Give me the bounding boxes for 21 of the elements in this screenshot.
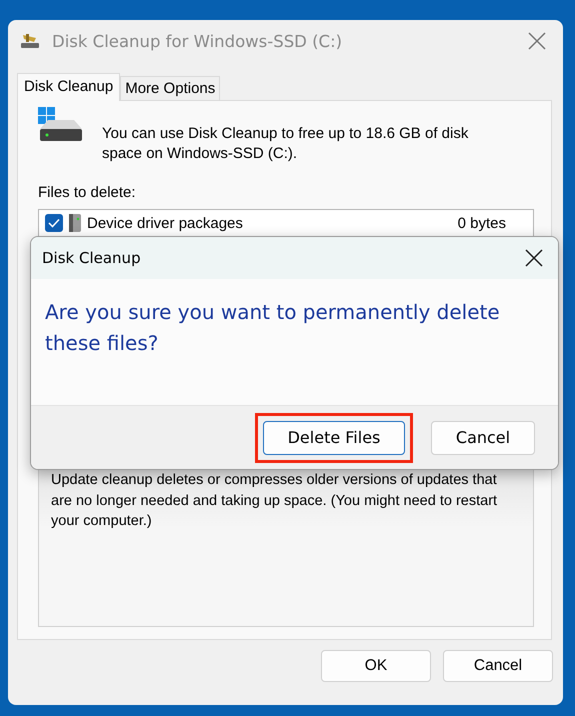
intro-text: You can use Disk Cleanup to free up to 18.6 GB of disk space on Windows-SSD (C:). — [102, 124, 470, 164]
ok-button[interactable]: OK — [321, 650, 431, 682]
file-size: 0 bytes — [458, 214, 506, 232]
tab[interactable]: Disk Cleanup — [17, 73, 120, 101]
cancel-button[interactable]: Cancel — [443, 650, 553, 682]
drive-icon — [38, 107, 82, 143]
description-text: Update cleanup deletes or compresses older versions of updates that are no longer needed and taking up space. (You might need to restart your computer.) — [51, 471, 498, 531]
dialog-title: Disk Cleanup — [42, 249, 142, 267]
files-label: Files to delete: — [38, 184, 137, 201]
check-icon — [48, 218, 60, 228]
broom-drive-icon — [20, 32, 42, 50]
checkbox[interactable] — [45, 214, 63, 232]
server-icon — [67, 213, 83, 233]
tab[interactable]: More Options — [120, 76, 220, 100]
file-name: Device driver packages — [87, 214, 244, 232]
cancel-button[interactable]: Cancel — [431, 420, 535, 454]
delete-files-button[interactable]: Delete Files — [263, 420, 405, 454]
close-icon — [527, 31, 547, 51]
window-title: Disk Cleanup for Windows-SSD (C:) — [52, 32, 344, 50]
close-icon — [524, 248, 544, 268]
confirm-message: Are you sure you want to permanently delete these files? — [45, 299, 501, 357]
